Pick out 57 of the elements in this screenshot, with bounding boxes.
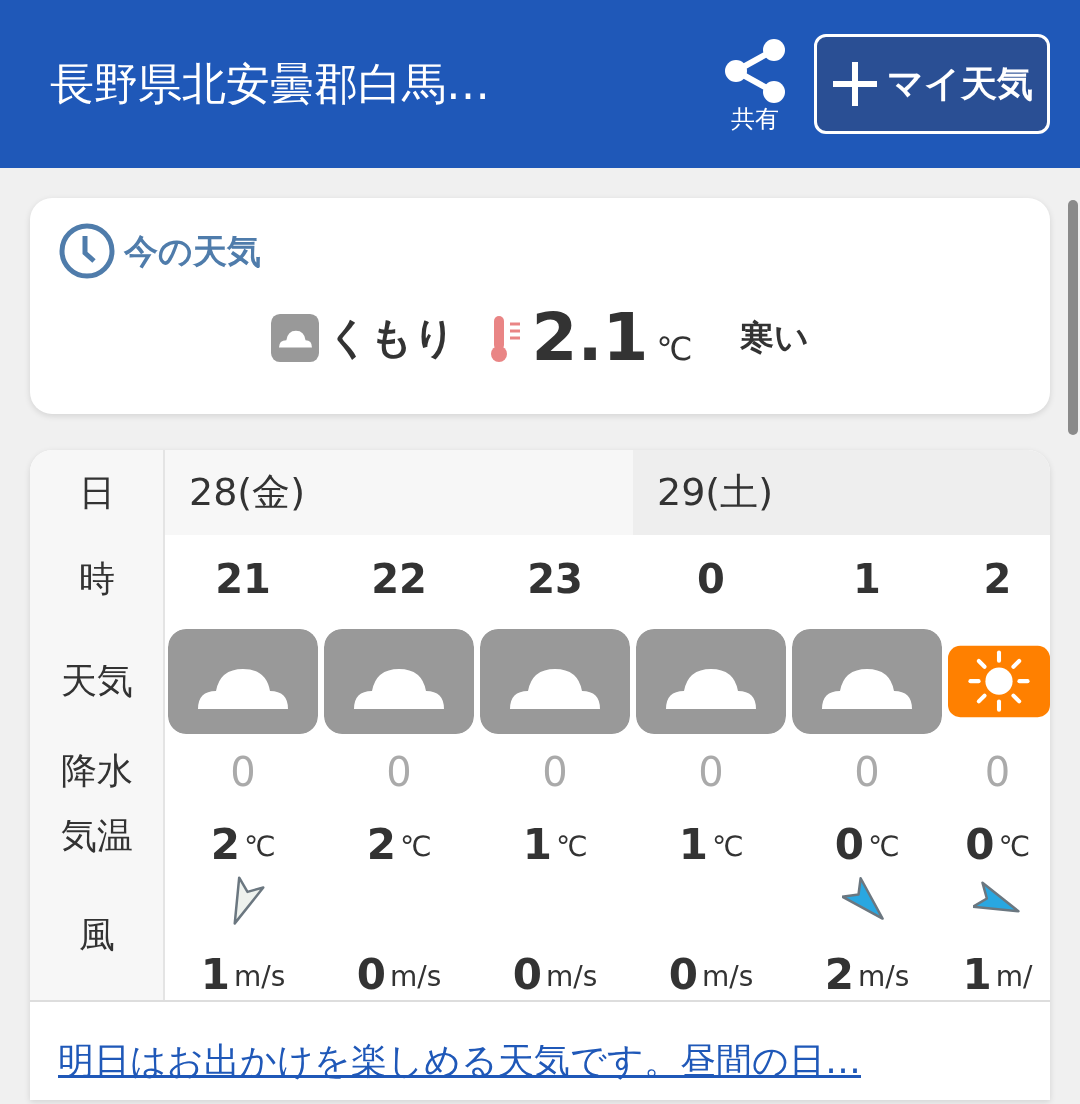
hour-cell-text: 21: [214, 554, 272, 604]
wind-speed-unit: m/s: [389, 959, 442, 996]
share-label: 共有: [731, 105, 779, 133]
temperature-value: 1: [678, 819, 708, 870]
temperature-value: 2: [366, 819, 396, 870]
date-cell: 28(金): [165, 450, 633, 535]
temperature-unit: ℃: [399, 829, 432, 866]
share-button[interactable]: 共有: [720, 35, 790, 133]
current-weather-title: 今の天気: [124, 229, 261, 273]
wind-speed-unit: m/s: [701, 959, 754, 996]
temperature-value: 2.1: [531, 298, 649, 378]
precipitation-cell-text: 0: [541, 748, 569, 797]
row-label: 気温: [30, 802, 165, 870]
feeling-text: 寒い: [740, 316, 810, 359]
precipitation-cell-text: 0: [229, 748, 257, 797]
plus-icon: [831, 60, 879, 108]
temperature-unit: ℃: [555, 829, 588, 866]
weather-text: くもり: [326, 312, 456, 364]
precipitation-cell-text: 0: [983, 748, 1012, 797]
precipitation-cell-text: 0: [697, 748, 725, 797]
wind-speed-value: 2: [824, 949, 854, 1000]
wind-speed-value: 0: [512, 949, 542, 1000]
location-title: 長野県北安曇郡白馬…: [50, 57, 490, 111]
clock-icon: [58, 222, 116, 280]
temperature-unit: ℃: [656, 329, 693, 370]
hour-cell-text: 0: [696, 554, 726, 604]
wind-speed-value: 1: [200, 949, 230, 1000]
wind-speed-unit: m/: [995, 959, 1033, 996]
wind-speed-value: 0: [668, 949, 698, 1000]
precipitation-cell-text: 0: [385, 748, 413, 797]
row-label: 降水: [30, 740, 165, 802]
hour-cell-text: 1: [852, 554, 882, 604]
hour-cell-text: 22: [370, 554, 428, 604]
precipitation-cell-text: 0: [853, 748, 881, 797]
forecast-comment-link[interactable]: 明日はお出かけを楽しめる天気です。昼間の日…: [58, 1040, 861, 1081]
wind-speed-unit: m/s: [545, 959, 598, 996]
temperature-value: 1: [522, 819, 552, 870]
wind-speed-value: 0: [356, 949, 386, 1000]
temperature-unit: ℃: [243, 829, 276, 866]
row-label: 日: [30, 450, 165, 535]
row-label: 時: [30, 535, 165, 622]
wind-speed-value: 1: [962, 949, 992, 1000]
row-label: 風: [30, 870, 165, 1000]
hour-cell-text: 2: [982, 554, 1013, 604]
temperature-value: 2: [210, 819, 240, 870]
date-cell: 29(土): [633, 450, 1050, 535]
temperature-unit: ℃: [867, 829, 900, 866]
temperature-unit: ℃: [711, 829, 744, 866]
temperature-value: 0: [834, 819, 864, 870]
temperature-value: 0: [965, 819, 995, 870]
my-weather-button[interactable]: マイ天気: [814, 34, 1050, 134]
wind-speed-unit: m/s: [233, 959, 286, 996]
temperature-unit: ℃: [998, 829, 1030, 866]
hour-cell-text: 23: [526, 554, 584, 604]
wind-speed-unit: m/s: [857, 959, 910, 996]
scrollbar[interactable]: [1068, 200, 1078, 435]
row-label: 天気: [30, 622, 165, 740]
